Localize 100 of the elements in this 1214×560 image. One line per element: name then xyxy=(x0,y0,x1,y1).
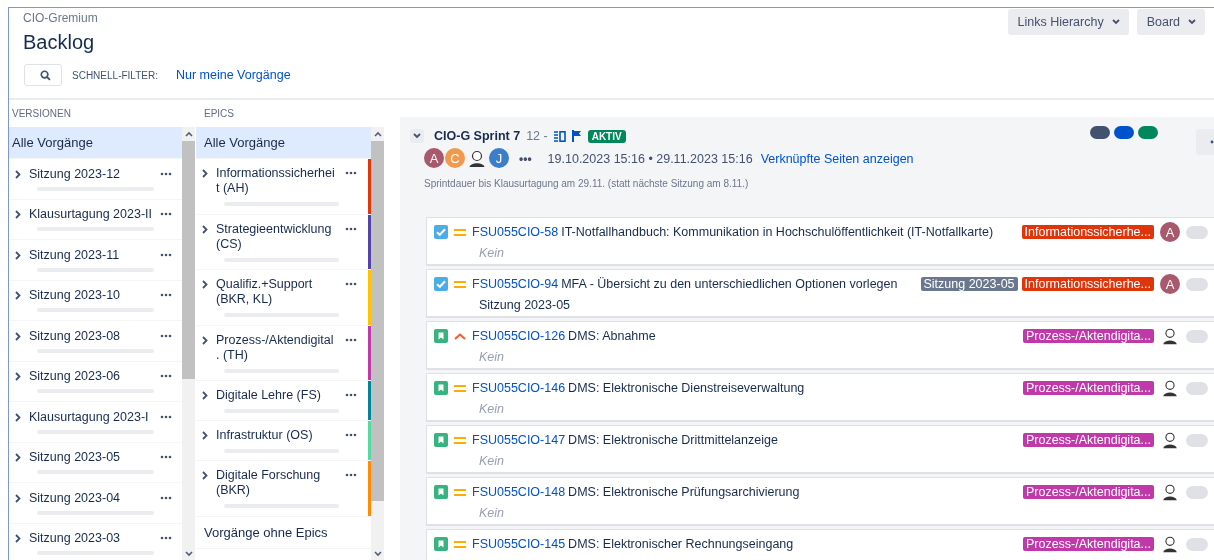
version-item[interactable]: Sitzung 2023-05 xyxy=(9,442,182,483)
epic-name: Alle Vorgänge xyxy=(204,135,286,150)
avatar[interactable]: A xyxy=(1160,274,1180,294)
issue-key[interactable]: FSU055CIO-94 xyxy=(472,277,559,291)
more-icon[interactable] xyxy=(345,393,357,397)
fix-version: Kein xyxy=(479,246,506,260)
version-item[interactable]: Sitzung 2023-06 xyxy=(9,361,182,402)
more-icon[interactable] xyxy=(345,473,357,478)
version-name: Sitzung 2023-06 xyxy=(29,369,122,384)
chevron-icon xyxy=(15,534,21,544)
epic-item[interactable]: Infrastruktur (OS) xyxy=(196,421,371,461)
epic-item[interactable]: Digitale Forschung (BKR) xyxy=(196,461,371,517)
scroll-up-icon[interactable] xyxy=(184,131,193,137)
scroll-down-icon[interactable] xyxy=(373,551,382,557)
version-item[interactable]: Alle Vorgänge xyxy=(9,127,182,159)
version-item[interactable]: Sitzung 2023-04 xyxy=(9,483,182,524)
priority-medium-icon xyxy=(454,539,466,549)
scroll-down-icon[interactable] xyxy=(184,551,193,557)
view-dropdown[interactable]: Board xyxy=(1136,9,1205,35)
version-item[interactable]: Sitzung 2023-10 xyxy=(9,280,182,321)
issue-card[interactable]: FSU055CIO-126 DMS: Abnahme Prozess-/Aktendigita... Kein xyxy=(426,321,1214,370)
more-icon[interactable] xyxy=(345,433,357,437)
priority-high-icon xyxy=(454,331,466,341)
issue-card[interactable]: FSU055CIO-145 DMS: Elektronischer Rechnungseingang Prozess-/Aktendigita... xyxy=(426,529,1214,560)
issue-summary: DMS: Elektronische Prüfungsarchivierung xyxy=(568,485,800,499)
issue-card[interactable]: FSU055CIO-148 DMS: Elektronische Prüfungsarchivierung Prozess-/Aktendigita... Kein xyxy=(426,477,1214,526)
scrollbar-thumb[interactable] xyxy=(371,141,384,501)
avatar[interactable]: J xyxy=(489,148,509,168)
estimate-pill xyxy=(1186,381,1208,395)
epic-label: Prozess-/Aktendigita... xyxy=(1022,485,1154,499)
epic-item[interactable]: Alle Vorgänge xyxy=(196,127,371,159)
epic-name: Strategieentwicklung (CS) xyxy=(216,221,333,252)
more-icon[interactable] xyxy=(345,226,357,231)
more-icon[interactable] xyxy=(160,212,172,217)
more-icon[interactable] xyxy=(345,282,357,287)
avatar[interactable]: A xyxy=(1160,222,1180,242)
epic-item[interactable]: Qualifiz.+Support (BKR, KL) xyxy=(196,270,371,326)
more-icon[interactable] xyxy=(345,171,357,176)
version-item[interactable]: Klausurtagung 2023-II xyxy=(9,199,182,240)
linked-pages-link[interactable]: Verknüpfte Seiten anzeigen xyxy=(760,152,914,166)
version-name: Klausurtagung 2023-II xyxy=(29,207,152,222)
chevron-icon xyxy=(413,133,421,139)
issue-card[interactable]: FSU055CIO-58 IT-Notfallhandbuch: Kommunikation in Hochschulöffentlichkeit (IT-Notfallkarte) Informationssicherhe... A Kein xyxy=(426,217,1214,266)
more-icon[interactable] xyxy=(160,495,172,500)
epic-name: Digitale Lehre (FS) xyxy=(216,388,322,403)
issue-card[interactable]: FSU055CIO-94 MFA - Übersicht zu den unterschiedlichen Optionen vorlegen Sitzung 2023-05 Informationssicherhe... A Sitzung 2023-05 xyxy=(426,269,1214,318)
more-icon[interactable] xyxy=(345,337,357,342)
issue-key[interactable]: FSU055CIO-126 xyxy=(472,329,566,343)
version-name: Sitzung 2023-04 xyxy=(29,490,122,505)
issue-summary: IT-Notfallhandbuch: Kommunikation in Hochschulöffentlichkeit (IT-Notfallkarte) xyxy=(561,225,994,239)
epic-item[interactable]: Informationssicherheit (AH) xyxy=(196,159,371,215)
issue-card[interactable]: FSU055CIO-147 DMS: Elektronische Drittmittelanzeige Prozess-/Aktendigita... Kein xyxy=(426,425,1214,474)
more-icon[interactable] xyxy=(160,414,172,419)
view-dropdown[interactable]: Links Hierarchy xyxy=(1007,9,1129,35)
epic-label: Prozess-/Aktendigita... xyxy=(1022,537,1154,551)
more-icon[interactable] xyxy=(160,293,172,298)
quick-filter-link[interactable]: Nur meine Vorgänge xyxy=(175,68,291,82)
epic-item[interactable]: Digitale Lehre (FS) xyxy=(196,381,371,421)
scroll-up-icon[interactable] xyxy=(373,131,382,137)
estimate-pill xyxy=(1186,225,1208,239)
collapse-button[interactable] xyxy=(410,129,424,143)
chevron-icon xyxy=(15,493,21,503)
version-item[interactable]: Sitzung 2023-08 xyxy=(9,321,182,362)
issue-summary: DMS: Elektronischer Rechnungseingang xyxy=(568,537,794,551)
bookmark-icon xyxy=(434,433,448,447)
version-name: Sitzung 2023-08 xyxy=(29,328,122,343)
issue-summary: DMS: Elektronische Dienstreiseverwaltung xyxy=(568,381,805,395)
flag-icon[interactable] xyxy=(571,130,582,142)
more-icon[interactable] xyxy=(160,333,172,338)
more-icon[interactable] xyxy=(160,455,172,460)
issue-key[interactable]: FSU055CIO-145 xyxy=(472,537,566,551)
more-people[interactable]: ••• xyxy=(519,152,532,166)
version-name: Sitzung 2023-10 xyxy=(29,288,122,303)
version-item[interactable]: Klausurtagung 2023-I xyxy=(9,402,182,443)
more-icon[interactable] xyxy=(160,536,172,541)
chevron-icon xyxy=(202,224,208,234)
project-name[interactable]: CIO-Gremium xyxy=(23,11,291,25)
version-item[interactable]: Sitzung 2023-12 xyxy=(9,159,182,200)
issue-key[interactable]: FSU055CIO-58 xyxy=(472,225,559,239)
issue-key[interactable]: FSU055CIO-148 xyxy=(472,485,566,499)
issue-key[interactable]: FSU055CIO-147 xyxy=(472,433,566,447)
version-label: Sitzung 2023-05 xyxy=(920,277,1018,291)
scrollbar-thumb[interactable] xyxy=(182,141,195,379)
avatar[interactable]: A xyxy=(424,148,444,168)
epic-item[interactable]: Prozess-/Aktendigital. (TH) xyxy=(196,325,371,381)
issue-key[interactable]: FSU055CIO-146 xyxy=(472,381,566,395)
version-item[interactable]: Sitzung 2023-11 xyxy=(9,240,182,281)
more-icon[interactable] xyxy=(160,374,172,379)
issue-card[interactable]: FSU055CIO-146 DMS: Elektronische Dienstreiseverwaltung Prozess-/Aktendigita... Kein xyxy=(426,373,1214,422)
epic-label: Prozess-/Aktendigita... xyxy=(1022,329,1154,343)
more-icon[interactable] xyxy=(160,171,172,176)
version-item[interactable]: Sitzung 2023-03 xyxy=(9,523,182,560)
chevron-icon xyxy=(202,431,208,440)
priority-medium-icon xyxy=(454,279,466,289)
fix-version: Kein xyxy=(479,454,506,468)
search-field[interactable] xyxy=(24,64,62,86)
checkbox-icon xyxy=(434,225,448,239)
epic-item[interactable]: Strategieentwicklung (CS) xyxy=(196,214,371,270)
more-icon[interactable] xyxy=(160,252,172,257)
board-icon[interactable] xyxy=(553,130,566,142)
